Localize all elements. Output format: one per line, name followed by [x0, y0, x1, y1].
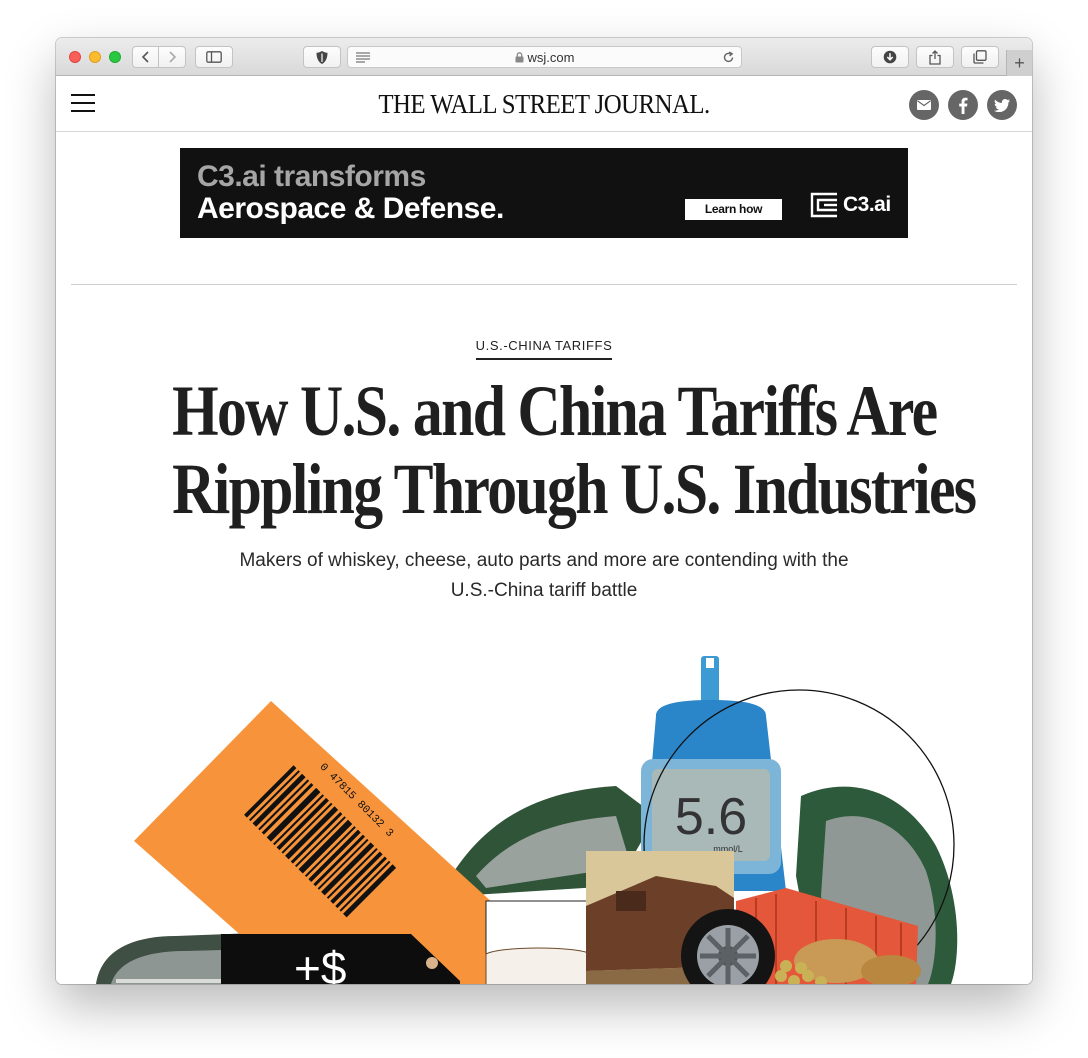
- shield-icon: [316, 50, 328, 64]
- menu-icon[interactable]: [71, 94, 95, 112]
- tabs-icon: [973, 50, 987, 64]
- headline-line1: How U.S. and China Tariffs Are: [172, 371, 938, 451]
- back-button[interactable]: [132, 46, 159, 68]
- sidebar-button[interactable]: [195, 46, 233, 68]
- forward-button[interactable]: [159, 46, 186, 68]
- article-headline: How U.S. and China Tariffs Are Rippling …: [96, 372, 992, 528]
- category-link[interactable]: U.S.-CHINA TARIFFS: [475, 338, 613, 360]
- share-button[interactable]: [916, 46, 954, 68]
- chevron-right-icon: [169, 51, 177, 63]
- new-tab-button[interactable]: +: [1006, 50, 1032, 76]
- browser-window: wsj.com + THE WALL STREET JOURNAL. C3.ai…: [56, 38, 1032, 984]
- share-email-button[interactable]: [909, 90, 939, 120]
- chevron-left-icon: [141, 51, 149, 63]
- history-nav: [132, 46, 186, 68]
- download-icon: [883, 50, 897, 64]
- url-text: wsj.com: [527, 50, 575, 65]
- article-dek: Makers of whiskey, cheese, auto parts an…: [196, 546, 892, 606]
- privacy-shield-button[interactable]: [303, 46, 341, 68]
- fullscreen-window-button[interactable]: [109, 51, 121, 63]
- downloads-button[interactable]: [871, 46, 909, 68]
- envelope-icon: [917, 100, 931, 110]
- hero-illustration: 0 47815 80132 3 +$ 5.6 mmol/L: [96, 656, 958, 984]
- divider: [71, 284, 1017, 285]
- ad-brand-name: C3.ai: [843, 193, 891, 216]
- ad-learn-how-button[interactable]: Learn how: [685, 199, 782, 220]
- c3-logo-icon: [810, 192, 837, 218]
- share-twitter-button[interactable]: [987, 90, 1017, 120]
- address-bar[interactable]: wsj.com: [347, 46, 742, 68]
- advertisement-banner[interactable]: C3.ai transforms Aerospace & Defense. Le…: [180, 148, 908, 238]
- price-tag-symbol: +$: [294, 942, 346, 984]
- url-display: wsj.com: [348, 50, 741, 65]
- ad-headline-line2: Aerospace & Defense.: [197, 192, 504, 225]
- whiskey-glass-image: [485, 947, 592, 984]
- article-category: U.S.-CHINA TARIFFS: [56, 337, 1032, 360]
- browser-toolbar: wsj.com +: [56, 38, 1032, 76]
- ad-headline-line1: C3.ai transforms: [197, 160, 426, 193]
- minimize-window-button[interactable]: [89, 51, 101, 63]
- headline-line2: Rippling Through U.S. Industries: [172, 449, 977, 529]
- lock-icon: [515, 52, 524, 63]
- masthead-logo[interactable]: THE WALL STREET JOURNAL.: [95, 89, 993, 120]
- sidebar-icon: [206, 51, 222, 63]
- facebook-icon: [959, 97, 968, 114]
- site-header: THE WALL STREET JOURNAL.: [56, 76, 1032, 132]
- close-window-button[interactable]: [69, 51, 81, 63]
- dek-line1: Makers of whiskey, cheese, auto parts an…: [239, 550, 849, 571]
- reload-icon[interactable]: [722, 51, 735, 64]
- share-facebook-button[interactable]: [948, 90, 978, 120]
- tabs-overview-button[interactable]: [961, 46, 999, 68]
- web-page: THE WALL STREET JOURNAL. C3.ai transform…: [56, 76, 1032, 984]
- twitter-icon: [994, 98, 1010, 112]
- dek-line2: U.S.-China tariff battle: [450, 580, 638, 601]
- ad-brand-logo: C3.ai: [810, 192, 891, 218]
- meter-reading: 5.6: [675, 788, 747, 846]
- share-icon: [929, 49, 941, 65]
